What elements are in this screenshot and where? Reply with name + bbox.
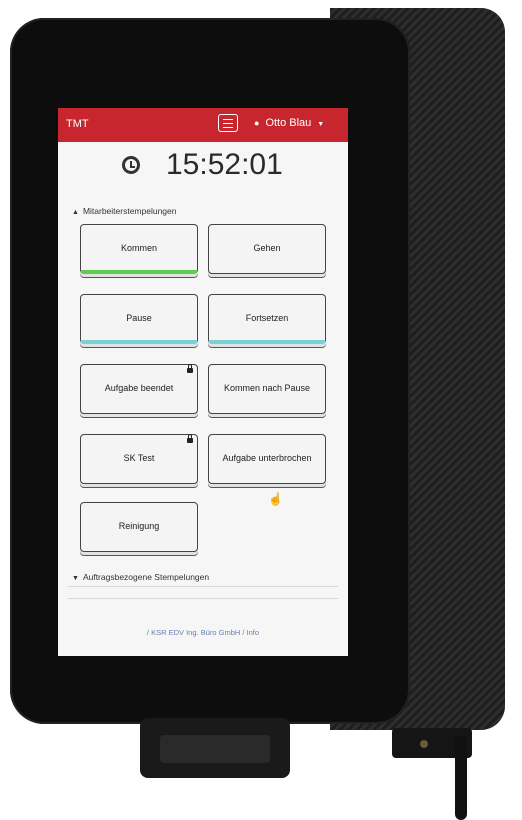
button-label: Kommen nach Pause [223, 383, 311, 393]
button-label: Gehen [253, 243, 281, 253]
section-title: Mitarbeiterstempelungen [82, 206, 177, 216]
section-header-employee[interactable]: ▲ Mitarbeiterstempelungen [72, 206, 177, 216]
button-label: Aufgabe unterbrochen [222, 453, 312, 463]
hamburger-menu-icon[interactable] [218, 114, 238, 132]
button-label: Kommen [120, 243, 157, 253]
clock-icon [122, 156, 140, 174]
sk-test-button[interactable]: SK Test [80, 434, 198, 484]
user-menu[interactable]: ● Otto Blau ▼ [254, 117, 324, 129]
button-label: Reinigung [118, 521, 160, 531]
pause-button[interactable]: Pause [80, 294, 198, 344]
section-title: Auftragsbezogene Stempelungen [82, 572, 210, 582]
chevron-down-icon: ▼ [72, 575, 79, 582]
button-label: SK Test [123, 453, 155, 463]
device-stand-panel [160, 735, 270, 763]
top-bar: TMT ● Otto Blau ▼ [58, 108, 348, 142]
user-name: Otto Blau [265, 117, 312, 129]
lock-icon [187, 434, 193, 443]
button-label: Fortsetzen [245, 313, 289, 323]
caret-down-icon: ▼ [317, 121, 325, 128]
app-screen: TMT ● Otto Blau ▼ 15:52:01 ▲ Mitarbeiterste… [58, 108, 348, 656]
clock-time: 15:52:01 [166, 148, 283, 181]
footer-links[interactable]: / KSR EDV Ing. Büro GmbH / Info [58, 628, 348, 637]
power-cable [455, 735, 467, 820]
section-divider [68, 598, 338, 599]
lock-icon [187, 364, 193, 373]
fortsetzen-button[interactable]: Fortsetzen [208, 294, 326, 344]
button-label: Aufgabe beendet [104, 383, 174, 393]
pointer-cursor-icon: ☝ [268, 492, 283, 506]
section-divider [68, 586, 338, 587]
kommen-nach-pause-button[interactable]: Kommen nach Pause [208, 364, 326, 414]
port-led [420, 740, 428, 748]
aufgabe-beendet-button[interactable]: Aufgabe beendet [80, 364, 198, 414]
reinigung-button[interactable]: Reinigung [80, 502, 198, 552]
user-icon: ● [254, 118, 260, 128]
chevron-up-icon: ▲ [72, 209, 79, 216]
aufgabe-unterbrochen-button[interactable]: Aufgabe unterbrochen [208, 434, 326, 484]
button-label: Pause [126, 313, 152, 323]
kommen-button[interactable]: Kommen [80, 224, 198, 274]
app-title: TMT [66, 118, 89, 130]
gehen-button[interactable]: Gehen [208, 224, 326, 274]
section-header-order[interactable]: ▼ Auftragsbezogene Stempelungen [72, 572, 209, 582]
